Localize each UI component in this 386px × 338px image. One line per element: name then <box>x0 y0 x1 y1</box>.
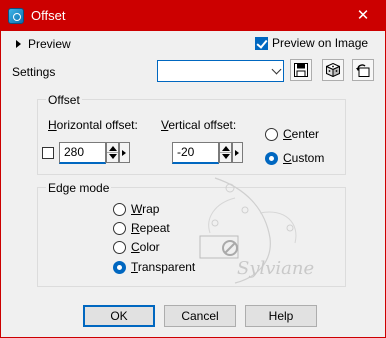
horizontal-offset-input[interactable]: 280 <box>59 142 106 164</box>
edge-mode-wrap-radio[interactable]: Wrap <box>113 201 159 217</box>
horizontal-offset-label: Horizontal offset: <box>48 118 138 132</box>
title-bar: Offset ✕ <box>0 0 386 31</box>
link-offsets-checkbox[interactable] <box>42 147 54 159</box>
ok-button[interactable]: OK <box>83 305 155 327</box>
color-label: Color <box>131 240 160 254</box>
horizontal-offset-spinner[interactable] <box>106 142 119 163</box>
help-button[interactable]: Help <box>245 305 317 327</box>
repeat-label: Repeat <box>131 221 170 235</box>
app-icon <box>8 8 24 24</box>
center-label: Center <box>283 127 320 141</box>
cancel-button[interactable]: Cancel <box>164 305 236 327</box>
chevron-right-icon <box>122 150 126 156</box>
watermark-text: Sylviane <box>237 258 315 279</box>
radio-unselected-icon[interactable] <box>113 202 126 216</box>
radio-unselected-icon[interactable] <box>113 221 126 235</box>
preview-on-image-checkbox[interactable]: Preview on Image <box>255 36 368 50</box>
spin-down-icon[interactable] <box>109 154 117 159</box>
watermark: Sylviane <box>175 168 325 298</box>
settings-label: Settings <box>12 65 56 79</box>
offset-group-legend: Offset <box>46 93 82 107</box>
spin-up-icon[interactable] <box>222 146 230 151</box>
settings-preset-combo[interactable] <box>157 60 284 82</box>
radio-unselected-icon[interactable] <box>113 240 126 254</box>
edge-mode-color-radio[interactable]: Color <box>113 239 160 255</box>
dice-icon <box>326 63 340 77</box>
vertical-offset-dropdown[interactable] <box>232 142 243 163</box>
radio-selected-icon[interactable] <box>113 260 126 274</box>
center-radio[interactable]: Center <box>265 126 319 142</box>
preview-label: Preview <box>28 37 71 51</box>
horizontal-offset-dropdown[interactable] <box>119 142 130 163</box>
vertical-offset-label: Vertical offset: <box>161 118 237 132</box>
reset-button[interactable] <box>352 59 374 81</box>
chevron-right-icon <box>235 150 239 156</box>
custom-radio[interactable]: Custom <box>265 150 324 166</box>
radio-unselected-icon[interactable] <box>265 127 278 141</box>
custom-label: Custom <box>283 151 325 165</box>
radio-selected-icon[interactable] <box>265 151 278 165</box>
preview-on-image-label: Preview on Image <box>272 36 369 50</box>
expand-triangle-icon <box>16 40 21 48</box>
close-icon[interactable]: ✕ <box>340 0 386 31</box>
vertical-offset-spinner[interactable] <box>219 142 232 163</box>
wrap-label: Wrap <box>131 202 160 216</box>
edge-mode-repeat-radio[interactable]: Repeat <box>113 220 170 236</box>
randomize-button[interactable] <box>322 59 344 81</box>
preview-expander[interactable]: Preview <box>16 37 71 51</box>
spin-up-icon[interactable] <box>109 146 117 151</box>
checkbox-checked-icon[interactable] <box>255 36 268 50</box>
edge-mode-group-legend: Edge mode <box>46 181 112 195</box>
spin-down-icon[interactable] <box>222 154 230 159</box>
save-preset-button[interactable] <box>290 59 312 81</box>
floppy-disk-icon <box>294 63 308 77</box>
vertical-offset-input[interactable]: -20 <box>172 142 219 164</box>
reset-arrow-icon <box>356 64 370 77</box>
window-title: Offset <box>31 8 66 23</box>
chevron-down-icon[interactable] <box>271 64 282 75</box>
